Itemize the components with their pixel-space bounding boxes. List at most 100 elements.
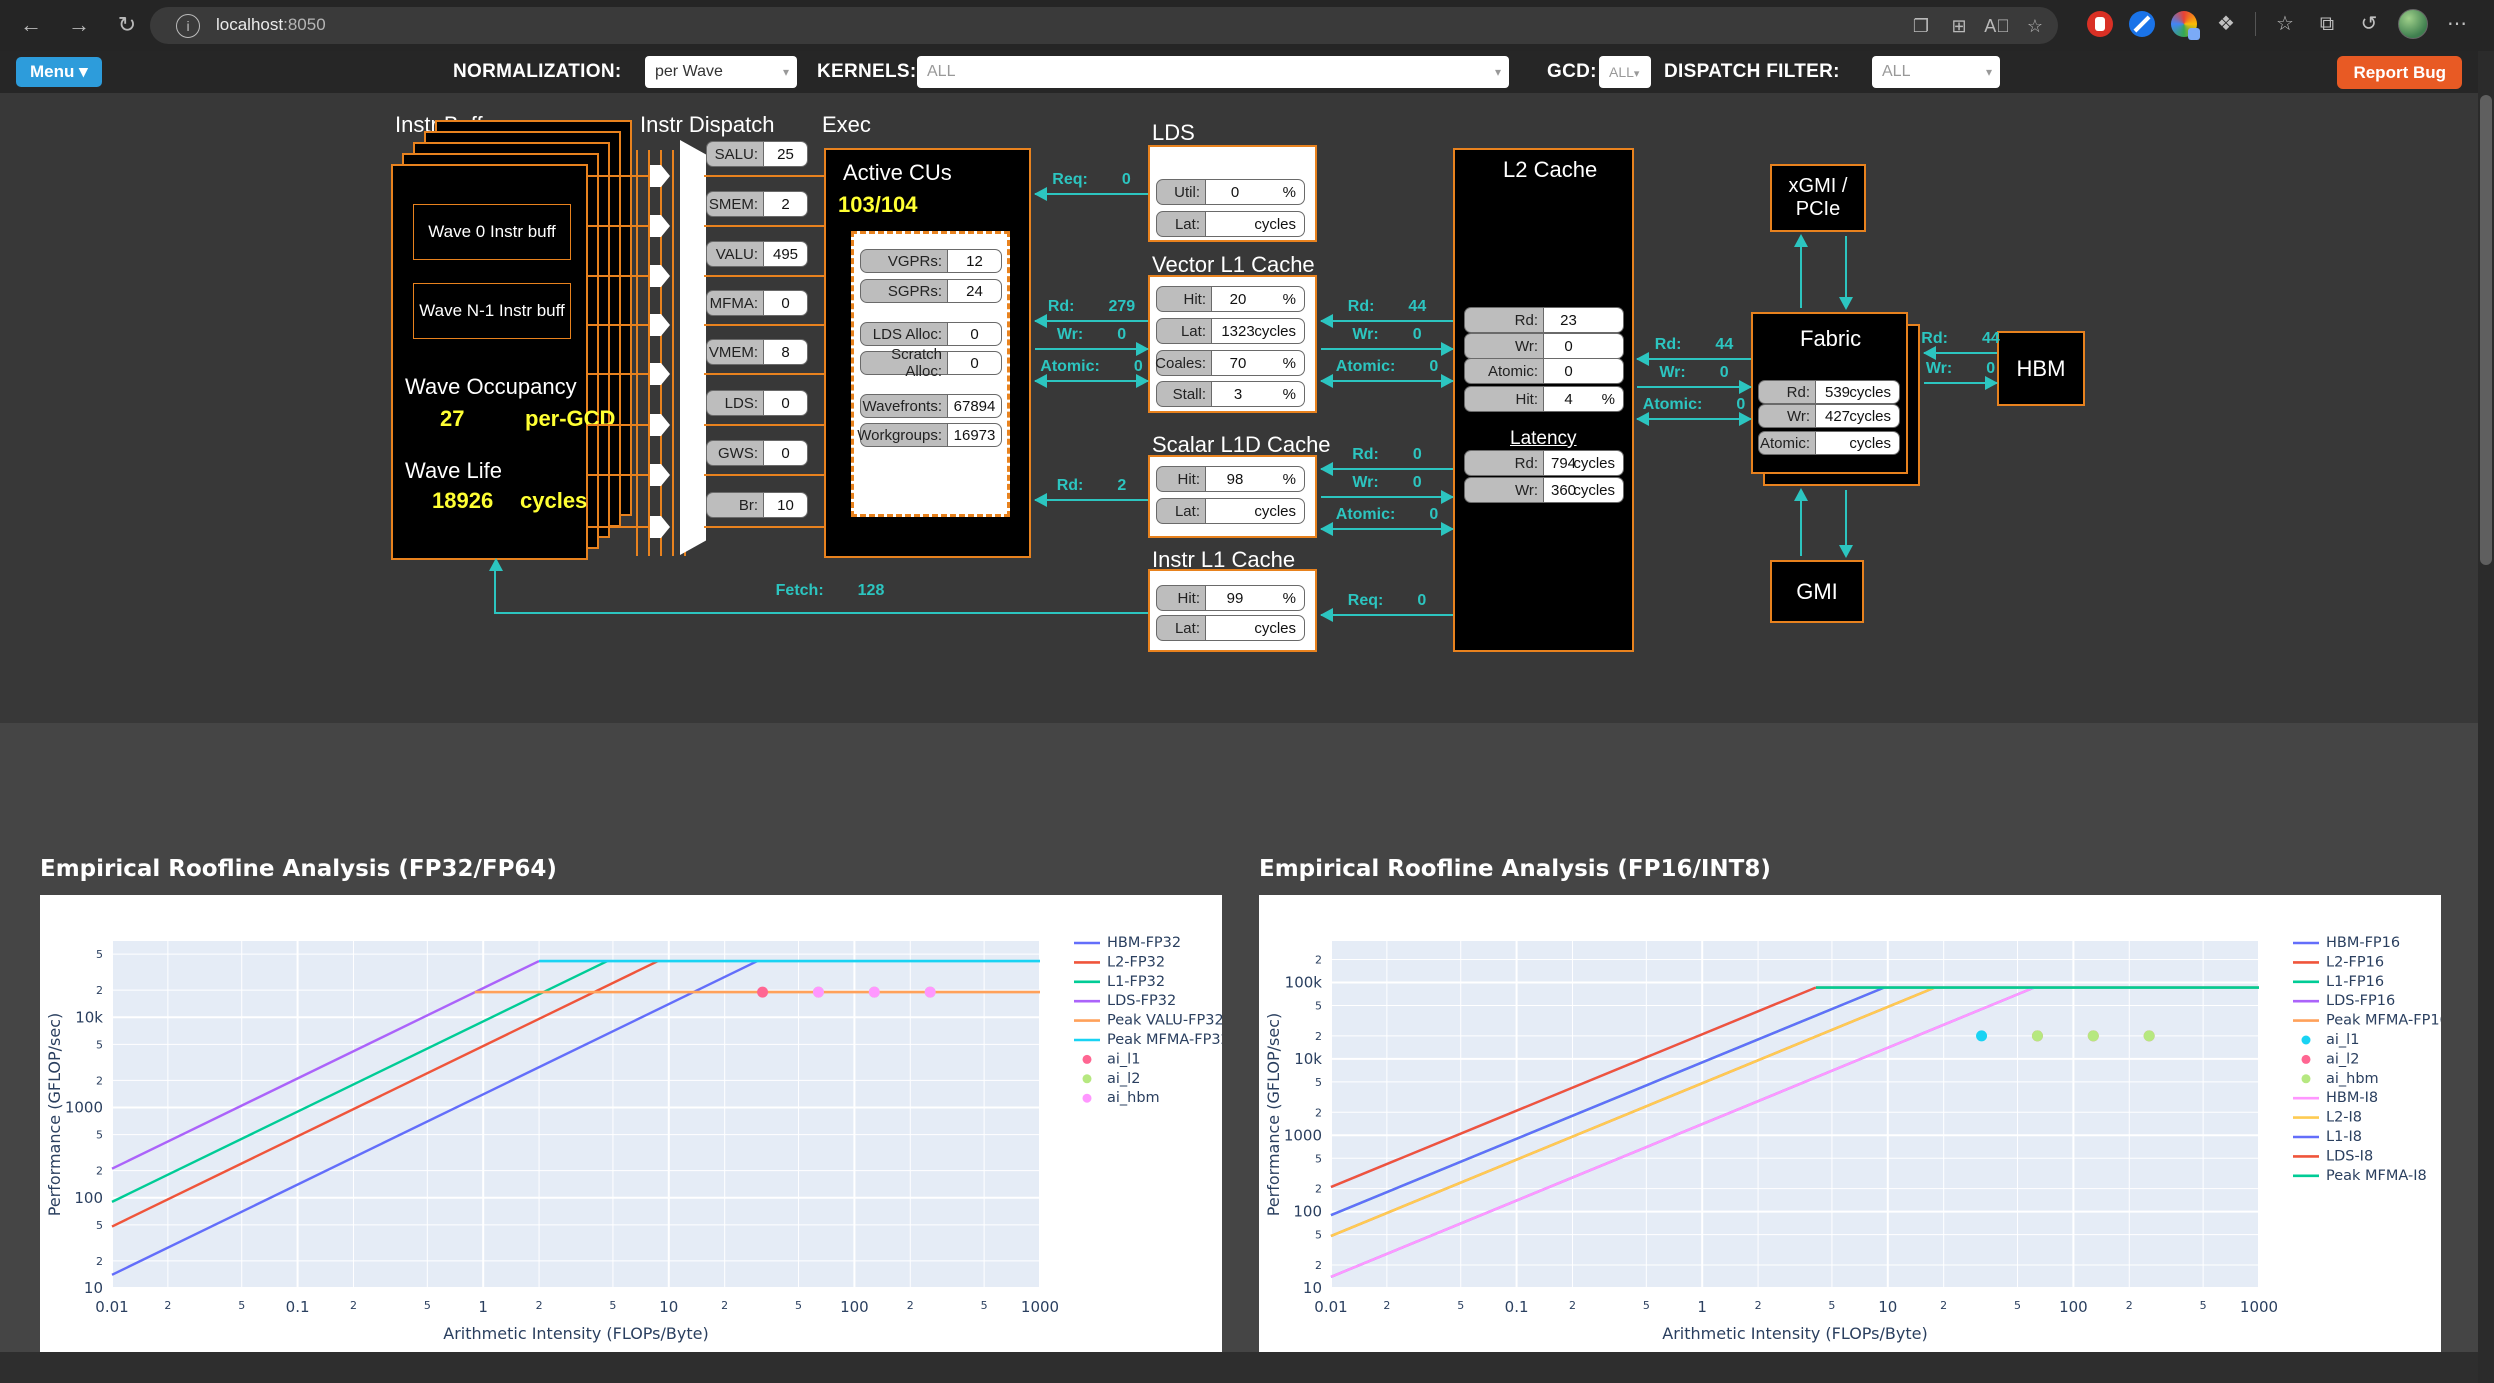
legend-item-ai_l2[interactable]: ai_l2 bbox=[1083, 1071, 1141, 1087]
legend-item-LDS-I8[interactable]: LDS-I8 bbox=[2293, 1148, 2373, 1164]
arrowhead-up-icon bbox=[1794, 488, 1808, 501]
x-minor-tick-label: 2 bbox=[350, 1299, 357, 1312]
legend-item-ai_l1[interactable]: ai_l1 bbox=[1083, 1051, 1141, 1067]
vector-l1-metric-unit: % bbox=[1283, 351, 1296, 375]
exec-metric-label: Scratch Alloc: bbox=[860, 351, 948, 375]
y-minor-tick-label: 5 bbox=[96, 1219, 103, 1232]
scrollbar[interactable] bbox=[2478, 51, 2494, 1383]
legend-label: Peak MFMA-FP32 bbox=[1107, 1032, 1222, 1048]
legend-item-L1-FP16[interactable]: L1-FP16 bbox=[2293, 974, 2384, 990]
instr-l1-metric-row: Hit: 99% bbox=[1156, 585, 1305, 611]
dispatch-row: Br: 10 bbox=[706, 492, 808, 518]
gcd-select[interactable]: ALL▾ bbox=[1599, 56, 1651, 88]
arrowhead-left-icon bbox=[1034, 187, 1047, 201]
address-bar[interactable]: i localhost:8050 ❐ ⊞ A゚ ☆ bbox=[150, 7, 2058, 44]
legend-label: Peak MFMA-FP16 bbox=[2326, 1013, 2441, 1029]
scrollbar-thumb[interactable] bbox=[2480, 95, 2492, 565]
legend-label: ai_l1 bbox=[2326, 1032, 2359, 1048]
arrowhead-right-icon bbox=[1136, 374, 1149, 388]
toolbar-icons: ❖ ☆ ⧉ ↺ ⋯ bbox=[2087, 9, 2470, 39]
legend-item-L1-I8[interactable]: L1-I8 bbox=[2293, 1129, 2362, 1145]
l2-latency-label: Wr: bbox=[1464, 477, 1544, 503]
arrowhead-right-icon bbox=[1441, 374, 1454, 388]
legend-item-Peak VALU-FP32[interactable]: Peak VALU-FP32 bbox=[1074, 1013, 1222, 1029]
y-tick-label: 10 bbox=[1303, 1279, 1322, 1297]
exec-metric-label: LDS Alloc: bbox=[860, 322, 948, 346]
legend-item-HBM-FP16[interactable]: HBM-FP16 bbox=[2293, 935, 2400, 951]
l2-metric-value: 0 bbox=[1544, 359, 1593, 383]
scalar-l1d-metric-label: Lat: bbox=[1156, 498, 1206, 524]
favorite-add-icon[interactable]: ☆ bbox=[2020, 11, 2050, 41]
l2-metric-row: Rd: 23 bbox=[1464, 307, 1624, 333]
forward-icon[interactable]: → bbox=[62, 8, 96, 42]
app-toolbar: Menu ▾ NORMALIZATION: per Wave▾ KERNELS:… bbox=[0, 51, 2494, 93]
fabric-metric-label: Atomic: bbox=[1758, 431, 1816, 455]
legend-item-LDS-FP32[interactable]: LDS-FP32 bbox=[1074, 993, 1176, 1009]
arrow-line bbox=[1035, 320, 1148, 322]
arrowhead-right-icon bbox=[1441, 342, 1454, 356]
collections-icon[interactable]: ☆ bbox=[2272, 11, 2298, 37]
apps-grid-icon[interactable]: ⊞ bbox=[1944, 11, 1974, 41]
legend-item-HBM-FP32[interactable]: HBM-FP32 bbox=[1074, 935, 1181, 951]
xgmi-pcie-box: xGMI /PCIe bbox=[1770, 164, 1866, 232]
dispatch-row-label: VALU: bbox=[706, 241, 764, 267]
report-bug-button[interactable]: Report Bug bbox=[2337, 56, 2462, 89]
kernels-select[interactable]: ALL▾ bbox=[917, 56, 1509, 88]
read-aloud-icon[interactable]: A゚ bbox=[1982, 11, 2012, 41]
arrow-label: Rd: bbox=[1352, 446, 1379, 464]
legend-item-L2-FP32[interactable]: L2-FP32 bbox=[1074, 954, 1165, 970]
arrow-label: Atomic: bbox=[1040, 358, 1100, 376]
arrow-value: 0 bbox=[1122, 171, 1131, 189]
legend-item-L2-FP16[interactable]: L2-FP16 bbox=[2293, 954, 2384, 970]
blocker-extension-icon[interactable] bbox=[2129, 11, 2155, 37]
back-icon[interactable]: ← bbox=[14, 8, 48, 42]
legend-item-Peak MFMA-FP32[interactable]: Peak MFMA-FP32 bbox=[1074, 1032, 1222, 1048]
adblock-extension-icon[interactable] bbox=[2087, 11, 2113, 37]
legend-item-ai_hbm[interactable]: ai_hbm bbox=[1083, 1090, 1160, 1106]
arrowhead-down-icon bbox=[1839, 545, 1853, 558]
arrow-line bbox=[1321, 468, 1453, 470]
dispatch-row-value: 495 bbox=[764, 242, 807, 266]
datapoint-ai_l1 bbox=[1976, 1030, 1987, 1041]
site-info-icon[interactable]: i bbox=[176, 14, 200, 38]
dispatch-row-value: 2 bbox=[764, 192, 807, 216]
menu-button[interactable]: Menu ▾ bbox=[16, 57, 102, 87]
arrowhead-right-icon bbox=[1739, 412, 1752, 426]
legend-item-HBM-I8[interactable]: HBM-I8 bbox=[2293, 1090, 2378, 1106]
browser-menu-icon[interactable]: ⋯ bbox=[2444, 11, 2470, 37]
arrow-label: Wr: bbox=[1926, 360, 1952, 378]
y-minor-tick-label: 2 bbox=[1315, 1106, 1322, 1119]
legend-label: ai_l2 bbox=[1107, 1071, 1140, 1087]
vector-l1-metric-row: Coales: 70% bbox=[1156, 350, 1305, 376]
l2-metric-label: Atomic: bbox=[1464, 358, 1544, 384]
normalization-select[interactable]: per Wave▾ bbox=[645, 56, 797, 88]
page: ← → ↻ i localhost:8050 ❐ ⊞ A゚ ☆ ❖ ☆ ⧉ ↺ … bbox=[0, 0, 2494, 1383]
dispatch-mux-icon bbox=[650, 165, 670, 187]
refresh-icon[interactable]: ↻ bbox=[110, 8, 144, 42]
legend-item-LDS-FP16[interactable]: LDS-FP16 bbox=[2293, 993, 2395, 1009]
fetch-arrowhead-up-icon bbox=[489, 558, 503, 571]
legend-label: L2-I8 bbox=[2326, 1110, 2362, 1126]
devices-icon[interactable]: ❐ bbox=[1906, 11, 1936, 41]
legend-item-ai_l2[interactable]: ai_l2 bbox=[2302, 1051, 2360, 1067]
arrow-label: Wr: bbox=[1659, 364, 1685, 382]
legend-item-L1-FP32[interactable]: L1-FP32 bbox=[1074, 974, 1165, 990]
profile-avatar[interactable] bbox=[2398, 9, 2428, 39]
history-icon[interactable]: ↺ bbox=[2356, 11, 2382, 37]
palette-extension-icon[interactable] bbox=[2171, 11, 2197, 37]
tab-copy-icon[interactable]: ⧉ bbox=[2314, 11, 2340, 37]
legend-item-L2-I8[interactable]: L2-I8 bbox=[2293, 1110, 2362, 1126]
exec-title: Exec bbox=[822, 112, 871, 138]
vector-l1-metric-row: Lat: 1323cycles bbox=[1156, 318, 1305, 344]
y-minor-tick-label: 2 bbox=[96, 1074, 103, 1087]
x-tick-label: 10 bbox=[659, 1298, 678, 1316]
legend-item-ai_l1[interactable]: ai_l1 bbox=[2302, 1032, 2360, 1048]
extensions-puzzle-icon[interactable]: ❖ bbox=[2213, 11, 2239, 37]
dispatch-filter-select[interactable]: ALL▾ bbox=[1872, 56, 2000, 88]
legend-item-ai_hbm[interactable]: ai_hbm bbox=[2302, 1071, 2379, 1087]
fabric-metric-label: Rd: bbox=[1758, 380, 1816, 404]
legend-item-Peak MFMA-I8[interactable]: Peak MFMA-I8 bbox=[2293, 1168, 2427, 1184]
legend-item-Peak MFMA-FP16[interactable]: Peak MFMA-FP16 bbox=[2293, 1013, 2441, 1029]
arrow-fabric-gmi-down bbox=[1845, 490, 1847, 556]
x-tick-label: 1000 bbox=[2240, 1298, 2278, 1316]
